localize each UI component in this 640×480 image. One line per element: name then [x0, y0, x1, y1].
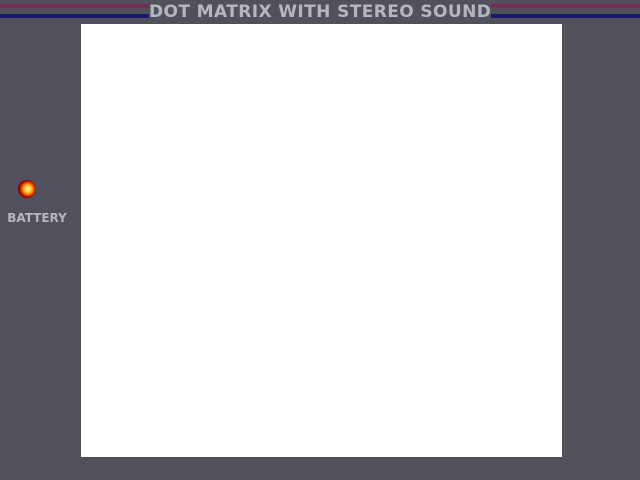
- stripe-magenta: [491, 4, 640, 8]
- battery-led-icon: [18, 180, 36, 198]
- stripe-navy: [0, 14, 149, 18]
- stripe-magenta: [0, 4, 149, 8]
- header-stripes-right: [491, 4, 640, 20]
- stripe-navy: [491, 14, 640, 18]
- battery-label: BATTERY: [7, 211, 67, 225]
- header-stripes-left: [0, 4, 149, 20]
- game-display-screen[interactable]: [81, 24, 562, 457]
- header-title: DOT MATRIX WITH STEREO SOUND: [149, 2, 492, 22]
- game-boy-screen-frame: DOT MATRIX WITH STEREO SOUND BATTERY: [0, 0, 640, 480]
